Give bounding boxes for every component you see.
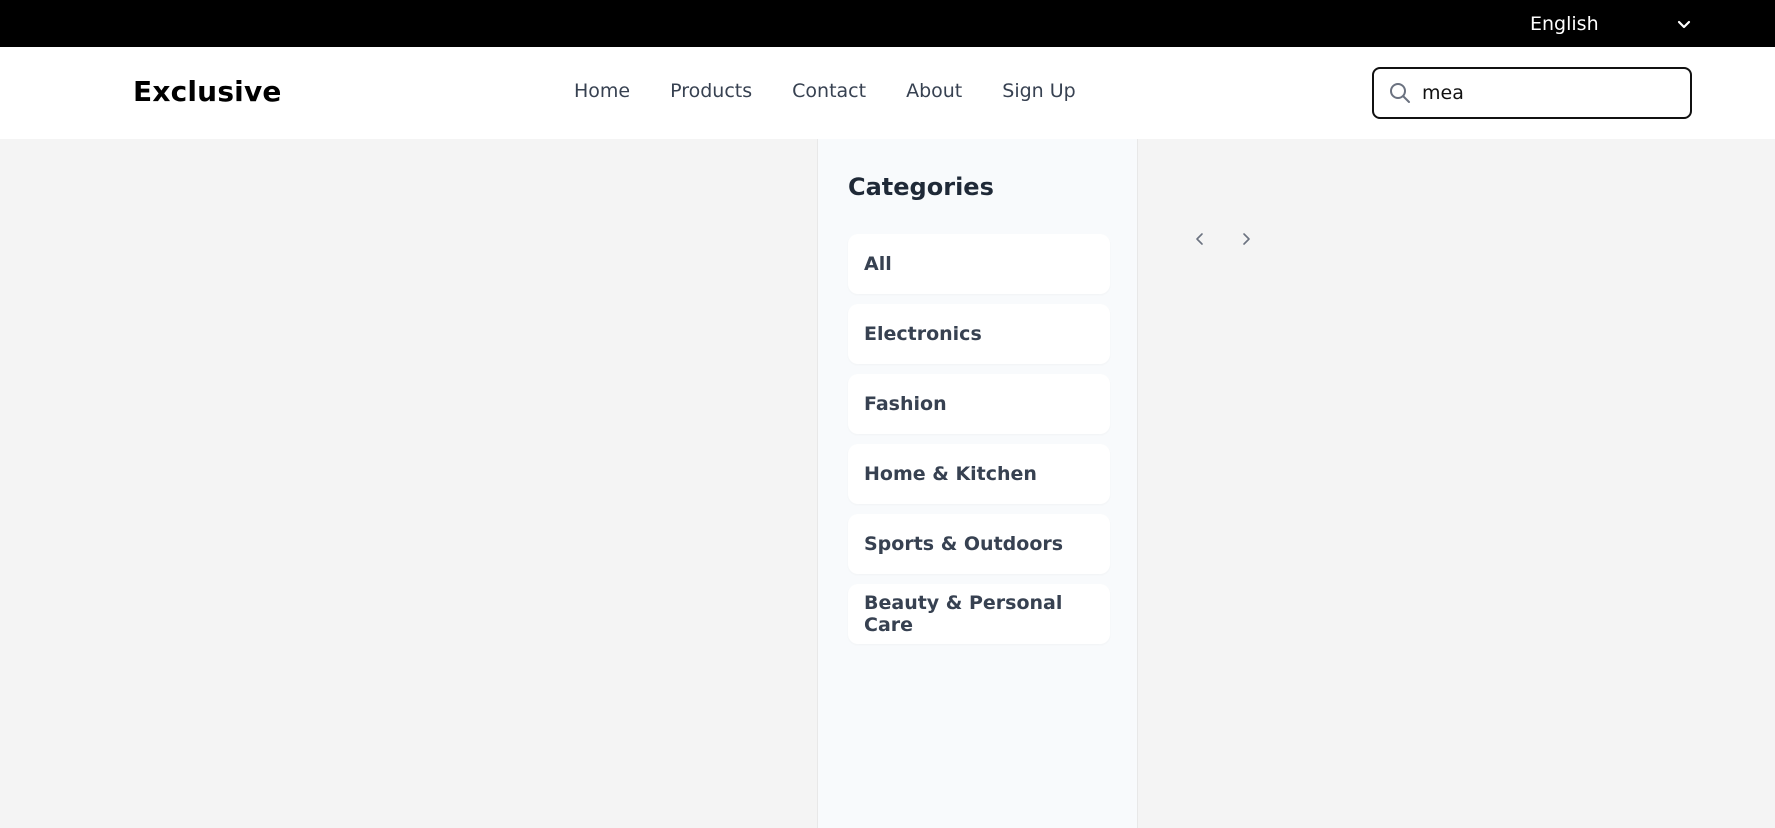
nav-contact[interactable]: Contact xyxy=(792,80,866,102)
category-electronics[interactable]: Electronics xyxy=(848,304,1110,364)
nav-home[interactable]: Home xyxy=(574,80,630,102)
category-home-kitchen[interactable]: Home & Kitchen xyxy=(848,444,1110,504)
nav-about[interactable]: About xyxy=(906,80,962,102)
search-box xyxy=(1372,67,1692,119)
chevron-left-icon xyxy=(1196,233,1203,245)
chevron-down-icon xyxy=(1677,20,1691,29)
search-input[interactable] xyxy=(1422,82,1672,104)
prev-button[interactable] xyxy=(1190,226,1210,252)
categories-title: Categories xyxy=(848,173,994,201)
top-bar: English xyxy=(0,0,1775,47)
header: Exclusive Home Products Contact About Si… xyxy=(0,47,1775,139)
carousel-controls xyxy=(1190,226,1256,252)
logo[interactable]: Exclusive xyxy=(133,75,282,108)
language-selector[interactable]: English xyxy=(1530,11,1692,37)
category-all[interactable]: All xyxy=(848,234,1110,294)
next-button[interactable] xyxy=(1236,226,1256,252)
chevron-right-icon xyxy=(1243,233,1250,245)
main-nav: Home Products Contact About Sign Up xyxy=(574,80,1076,102)
nav-sign-up[interactable]: Sign Up xyxy=(1002,80,1075,102)
nav-products[interactable]: Products xyxy=(670,80,752,102)
category-beauty-personal-care[interactable]: Beauty & Personal Care xyxy=(848,584,1110,644)
category-sports-outdoors[interactable]: Sports & Outdoors xyxy=(848,514,1110,574)
category-fashion[interactable]: Fashion xyxy=(848,374,1110,434)
category-list: All Electronics Fashion Home & Kitchen S… xyxy=(848,234,1110,644)
language-label: English xyxy=(1530,13,1599,35)
categories-sidebar: Categories All Electronics Fashion Home … xyxy=(817,139,1138,828)
search-icon xyxy=(1390,83,1410,103)
